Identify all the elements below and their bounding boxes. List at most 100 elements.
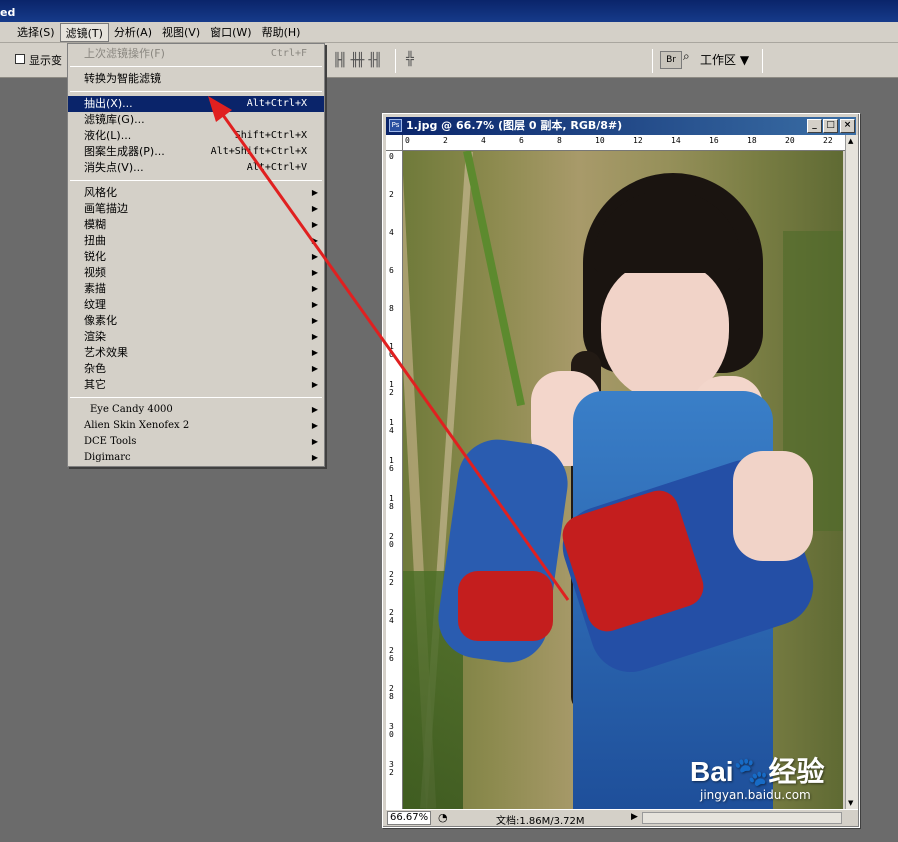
- menu-separator: [70, 66, 322, 67]
- menu-window[interactable]: 窗口(W): [205, 23, 256, 42]
- ruler-tick-label: 14: [671, 136, 681, 145]
- photoshop-icon: Ps: [389, 119, 402, 132]
- status-menu-icon[interactable]: ▶: [631, 812, 638, 822]
- distribute-left-icon[interactable]: ╟╢: [333, 53, 347, 68]
- submenu-arrow-icon: ▶: [311, 421, 318, 430]
- submenu-arrow-icon: ▶: [311, 204, 318, 213]
- menu-item-eye-candy[interactable]: Eye Candy 4000 ▶: [68, 402, 324, 418]
- show-transform-checkbox[interactable]: [15, 54, 25, 64]
- scroll-down-icon[interactable]: ▼: [848, 799, 853, 807]
- menu-help[interactable]: 帮助(H): [257, 23, 306, 42]
- menu-filter[interactable]: 滤镜(T): [59, 22, 109, 42]
- menu-item-texture[interactable]: 纹理 ▶: [68, 297, 324, 313]
- submenu-arrow-icon: ▶: [311, 364, 318, 373]
- horizontal-ruler[interactable]: 0 2 4 6 8 10 12 14 16 18 20 22: [403, 135, 845, 151]
- menu-item-extract[interactable]: 抽出(X)... Alt+Ctrl+X: [68, 96, 324, 112]
- ruler-tick-label: 18: [747, 136, 757, 145]
- distribute-icons[interactable]: ╟╢ ╫╫ ╢╢: [333, 53, 382, 68]
- ruler-tick-label: 2 0: [389, 532, 394, 549]
- maximize-button[interactable]: □: [823, 119, 838, 133]
- menu-item-noise[interactable]: 杂色 ▶: [68, 361, 324, 377]
- menu-item-dce-tools[interactable]: DCE Tools ▶: [68, 434, 324, 450]
- menu-item-sketch[interactable]: 素描 ▶: [68, 281, 324, 297]
- scroll-up-icon[interactable]: ▲: [848, 137, 853, 145]
- menu-item-blur[interactable]: 模糊 ▶: [68, 217, 324, 233]
- menu-item-pattern-maker[interactable]: 图案生成器(P)... Alt+Shift+Ctrl+X: [68, 144, 324, 160]
- ruler-tick-label: 4: [481, 136, 486, 145]
- vertical-ruler[interactable]: 0 2 4 6 8 1 0 1 2 1 4 1 6 1 8 2 0 2 2 2 4 2 6 2 8 3 0 3 …: [386, 151, 403, 809]
- auto-align-icon[interactable]: ╬: [406, 52, 414, 67]
- paw-icon: 🐾: [733, 756, 769, 787]
- menu-select[interactable]: 选择(S): [12, 23, 60, 42]
- submenu-arrow-icon: ▶: [311, 380, 318, 389]
- menu-item-brush-strokes[interactable]: 画笔描边 ▶: [68, 201, 324, 217]
- close-button[interactable]: ×: [840, 119, 855, 133]
- grass-leaf: [463, 151, 525, 407]
- submenu-arrow-icon: ▶: [311, 453, 318, 462]
- ruler-tick-label: 3 0: [389, 722, 394, 739]
- status-info-icon[interactable]: ◔: [438, 811, 448, 824]
- document-size: 文档:1.86M/3.72M: [496, 816, 585, 827]
- ruler-tick-label: 2: [389, 190, 394, 199]
- bridge-button[interactable]: Br: [660, 51, 682, 69]
- submenu-arrow-icon: ▶: [311, 188, 318, 197]
- app-title-bar: ed: [0, 0, 898, 22]
- baidu-watermark: Bai🐾经验 jingyan.baidu.com: [690, 750, 824, 802]
- ruler-tick-label: 2 2: [389, 570, 394, 587]
- menu-item-vanishing-point[interactable]: 消失点(V)... Alt+Ctrl+V: [68, 160, 324, 176]
- menu-item-distort[interactable]: 扭曲 ▶: [68, 233, 324, 249]
- ruler-tick-label: 2: [443, 136, 448, 145]
- menu-item-pixelate[interactable]: 像素化 ▶: [68, 313, 324, 329]
- menu-view[interactable]: 视图(V): [157, 23, 205, 42]
- menu-separator: [70, 397, 322, 398]
- ruler-tick-label: 3 2: [389, 760, 394, 777]
- ruler-tick-label: 8: [557, 136, 562, 145]
- menu-item-filter-gallery[interactable]: 滤镜库(G)...: [68, 112, 324, 128]
- menu-item-render[interactable]: 渲染 ▶: [68, 329, 324, 345]
- menu-item-sharpen[interactable]: 锐化 ▶: [68, 249, 324, 265]
- workspace-button[interactable]: 工作区 ▼: [700, 51, 749, 68]
- submenu-arrow-icon: ▶: [311, 405, 318, 414]
- magnifier-icon: ⌕: [683, 49, 690, 63]
- toolbar-separator: [395, 49, 396, 73]
- ruler-origin[interactable]: [386, 135, 403, 151]
- menu-item-artistic[interactable]: 艺术效果 ▶: [68, 345, 324, 361]
- image-canvas[interactable]: [403, 151, 843, 809]
- watermark-brand-2: 经验: [768, 756, 825, 787]
- submenu-arrow-icon: ▶: [311, 220, 318, 229]
- ruler-tick-label: 2 4: [389, 608, 394, 625]
- document-title-bar[interactable]: Ps 1.jpg @ 66.7% (图层 0 副本, RGB/8#) _ □ ×: [386, 117, 856, 135]
- distribute-right-icon[interactable]: ╢╢: [368, 53, 382, 68]
- menu-item-digimarc[interactable]: Digimarc ▶: [68, 450, 324, 466]
- menu-bar: 选择(S) 滤镜(T) 分析(A) 视图(V) 窗口(W) 帮助(H): [0, 22, 898, 43]
- ruler-tick-label: 2 6: [389, 646, 394, 663]
- ruler-tick-label: 4: [389, 228, 394, 237]
- menu-analysis[interactable]: 分析(A): [109, 23, 157, 42]
- menu-item-other[interactable]: 其它 ▶: [68, 377, 324, 393]
- ruler-tick-label: 6: [389, 266, 394, 275]
- ruler-tick-label: 10: [595, 136, 605, 145]
- zoom-field[interactable]: 66.67%: [387, 811, 431, 825]
- distribute-center-icon[interactable]: ╫╫: [351, 53, 365, 68]
- document-window: Ps 1.jpg @ 66.7% (图层 0 副本, RGB/8#) _ □ ×…: [382, 113, 860, 828]
- submenu-arrow-icon: ▶: [311, 236, 318, 245]
- menu-item-xenofex[interactable]: Alien Skin Xenofex 2 ▶: [68, 418, 324, 434]
- document-title: 1.jpg @ 66.7% (图层 0 副本, RGB/8#): [406, 119, 623, 132]
- menu-item-last-filter[interactable]: 上次滤镜操作(F) Ctrl+F: [68, 46, 324, 62]
- menu-item-liquify[interactable]: 液化(L)... Shift+Ctrl+X: [68, 128, 324, 144]
- document-status-bar: 66.67% ◔ 文档:1.86M/3.72M ▶: [386, 809, 858, 827]
- menu-item-stylize[interactable]: 风格化 ▶: [68, 185, 324, 201]
- horizontal-scrollbar[interactable]: [642, 812, 842, 824]
- menu-item-video[interactable]: 视频 ▶: [68, 265, 324, 281]
- menu-item-convert-smart-filter[interactable]: 转换为智能滤镜: [68, 71, 324, 87]
- ruler-tick-label: 6: [519, 136, 524, 145]
- bridge-icon: Br: [666, 55, 676, 65]
- vertical-scrollbar[interactable]: ▲ ▼: [845, 135, 858, 809]
- ruler-tick-label: 16: [709, 136, 719, 145]
- toolbar-separator: [762, 49, 763, 73]
- ruler-tick-label: 22: [823, 136, 833, 145]
- minimize-button[interactable]: _: [807, 119, 822, 133]
- menu-separator: [70, 180, 322, 181]
- submenu-arrow-icon: ▶: [311, 284, 318, 293]
- show-transform-label: 显示变: [29, 54, 62, 67]
